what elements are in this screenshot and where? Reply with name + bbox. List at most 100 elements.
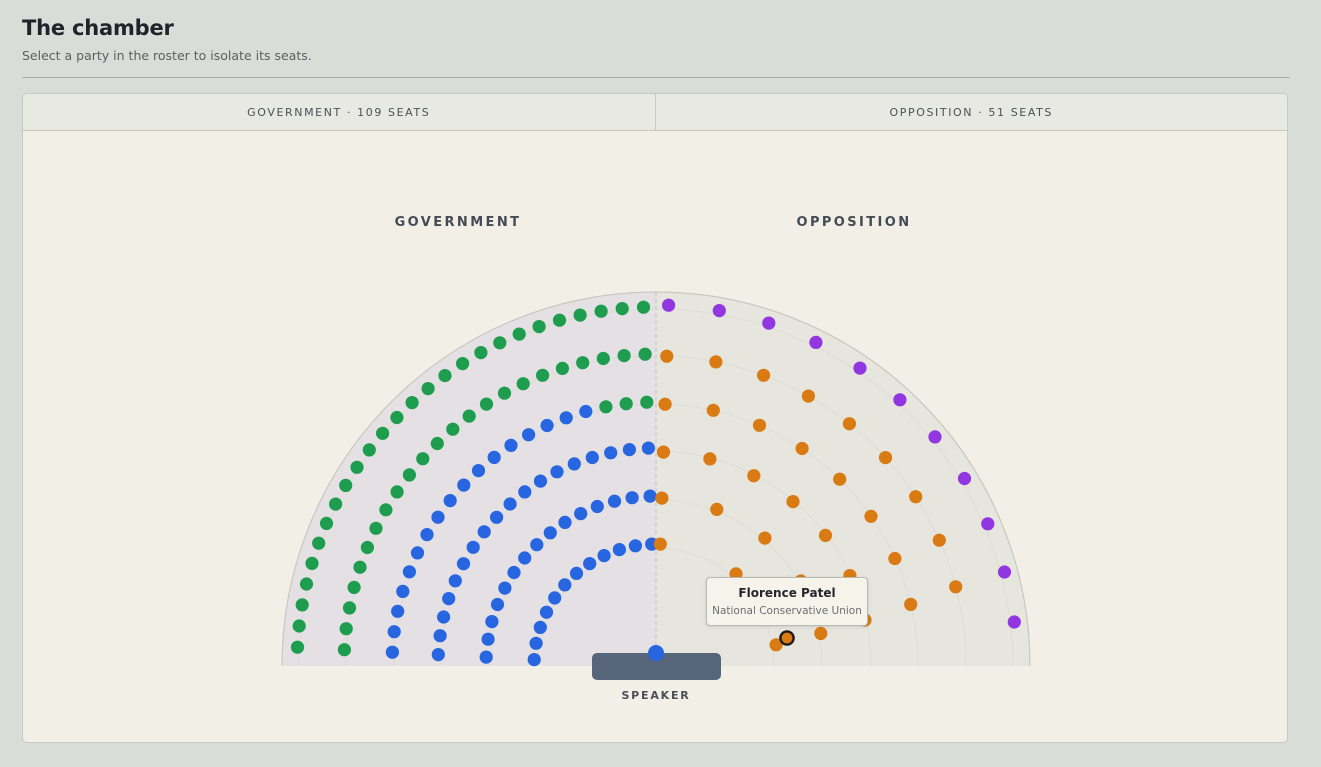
seat-marker[interactable] [615,302,629,316]
seat-marker[interactable] [342,601,357,615]
seat-marker[interactable] [957,471,972,486]
seat-marker[interactable] [530,538,544,552]
seat-marker[interactable] [350,460,364,474]
seat-marker[interactable] [625,491,639,505]
seat-marker[interactable] [391,604,405,618]
seat-marker[interactable] [369,521,383,535]
seat-marker[interactable] [442,592,456,606]
seat-marker[interactable] [893,393,907,407]
seat-marker[interactable] [290,640,305,654]
seat-marker[interactable] [479,650,493,664]
seat-marker[interactable] [512,327,526,341]
seat-marker[interactable] [504,438,518,452]
seat-marker[interactable] [801,389,816,403]
seat-marker[interactable] [299,577,314,591]
seat-marker[interactable] [842,417,857,431]
seat-marker[interactable] [347,580,361,594]
seat-marker[interactable] [456,357,470,371]
seat-marker[interactable] [574,507,588,521]
seat-marker[interactable] [312,536,326,550]
seat-marker[interactable] [379,503,393,517]
seat-marker[interactable] [376,426,390,440]
seat-marker[interactable] [471,464,486,478]
seat-marker[interactable] [758,531,772,545]
seat-marker[interactable] [490,510,504,524]
seat-marker[interactable] [540,418,554,433]
seat-marker[interactable] [402,468,416,482]
seat-marker[interactable] [558,515,572,529]
seat-marker[interactable] [503,497,517,511]
seat-marker[interactable] [443,494,457,508]
seat-marker[interactable] [909,490,923,504]
seat-marker[interactable] [438,369,452,383]
seat-marker[interactable] [648,645,664,661]
seat-marker[interactable] [710,502,724,516]
seat-marker[interactable] [305,556,319,570]
seat-marker[interactable] [532,320,546,334]
seat-marker[interactable] [543,526,557,540]
seat-marker[interactable] [431,648,445,662]
seat-marker[interactable] [339,478,353,492]
seat-marker[interactable] [387,625,401,639]
seat-marker[interactable] [462,409,476,423]
seat-marker[interactable] [833,472,847,486]
seat-marker[interactable] [612,543,627,557]
seat-marker[interactable] [548,591,562,605]
seat-marker[interactable] [864,509,878,523]
seat-marker[interactable] [497,386,512,400]
seat-marker[interactable] [498,581,512,595]
seat-marker[interactable] [643,489,657,503]
seat-marker[interactable] [533,474,548,488]
seat-marker[interactable] [295,598,309,612]
seat-marker[interactable] [550,465,564,479]
seat-marker[interactable] [576,356,590,370]
seat-marker[interactable] [628,539,643,553]
seat-marker[interactable] [660,349,674,363]
seat-marker[interactable] [431,510,445,524]
seat-marker[interactable] [786,495,800,509]
seat-marker[interactable] [390,410,404,425]
seat-marker[interactable] [339,622,353,636]
seat-marker[interactable] [752,418,767,432]
seat-marker[interactable] [662,298,676,312]
seat-marker[interactable] [490,597,505,612]
seat-marker[interactable] [981,517,995,531]
seat-marker[interactable] [353,560,367,574]
seat-marker[interactable] [410,546,425,560]
seat-marker[interactable] [421,382,435,396]
seat-marker[interactable] [485,615,499,629]
seat-marker[interactable] [653,537,667,551]
seat-marker[interactable] [640,395,654,409]
seat-marker[interactable] [656,445,671,459]
seat-marker[interactable] [932,533,946,547]
seat-marker[interactable] [405,396,419,410]
seat-marker[interactable] [949,580,963,594]
seat-marker[interactable] [590,499,604,514]
seat-marker[interactable] [583,557,597,571]
seat-marker[interactable] [655,491,669,505]
seat-marker[interactable] [481,632,495,646]
seat-marker[interactable] [658,397,672,411]
seat-marker[interactable] [433,629,447,643]
seat-marker[interactable] [493,336,507,350]
seat-marker[interactable] [396,584,410,598]
seat-marker[interactable] [474,346,488,360]
seat-marker[interactable] [446,422,460,436]
seat-marker[interactable] [703,452,717,466]
seat-marker[interactable] [477,525,491,539]
seat-marker[interactable] [466,540,480,554]
seat-marker[interactable] [997,565,1012,579]
seat-marker[interactable] [567,457,581,471]
seat-marker[interactable] [579,404,593,419]
seat-marker[interactable] [479,397,494,411]
seat-marker[interactable] [527,653,541,667]
seat-marker[interactable] [757,368,771,382]
seat-marker[interactable] [456,557,471,571]
seat-marker[interactable] [552,313,567,327]
seat-marker[interactable] [617,349,631,363]
seat-marker[interactable] [487,450,501,464]
seat-marker[interactable] [569,566,584,580]
seat-marker[interactable] [747,469,761,483]
seat-marker[interactable] [529,636,543,650]
seat-marker[interactable] [292,619,306,633]
